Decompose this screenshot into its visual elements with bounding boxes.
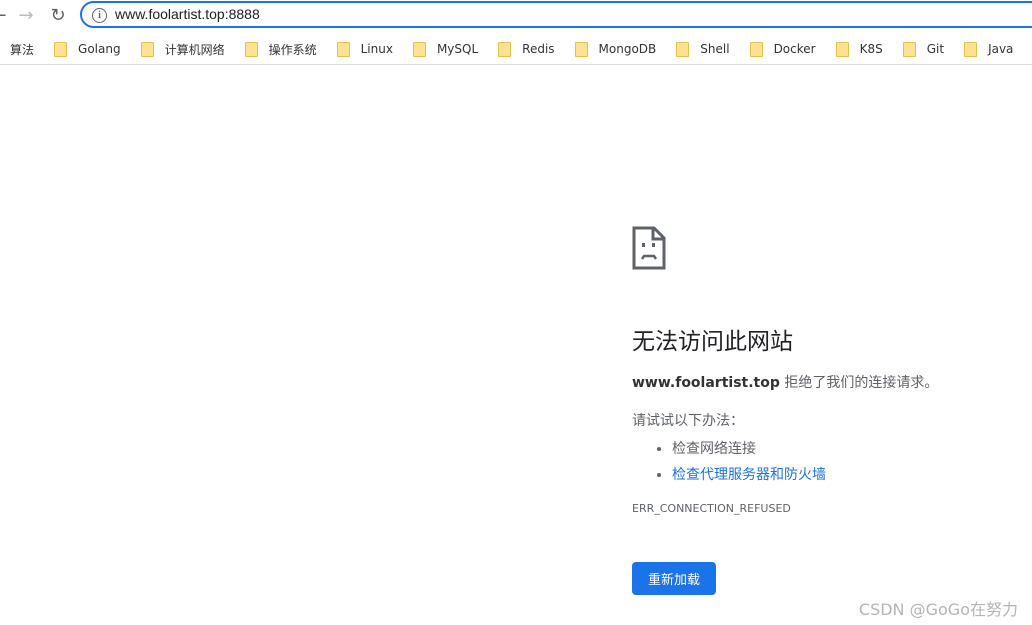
bookmark-folder[interactable]: 操作系统 bbox=[244, 41, 317, 58]
bookmark-label: MongoDB bbox=[598, 42, 657, 56]
bookmark-folder[interactable]: MySQL bbox=[412, 41, 479, 57]
folder-icon bbox=[835, 41, 849, 57]
folder-icon bbox=[574, 41, 588, 57]
back-icon[interactable]: ← bbox=[0, 5, 10, 27]
folder-icon bbox=[336, 41, 350, 57]
error-title: 无法访问此网站 bbox=[632, 329, 793, 355]
bookmark-label: MySQL bbox=[436, 42, 479, 56]
browser-toolbar: ← → ↻ i www.foolartist.top:8888 bbox=[0, 0, 1032, 32]
sad-page-icon bbox=[632, 226, 666, 270]
try-label: 请试试以下办法： bbox=[632, 413, 744, 429]
bookmark-label: Git bbox=[926, 42, 945, 56]
bookmark-folder[interactable]: 计算机网络 bbox=[140, 41, 225, 58]
bookmark-label: Linux bbox=[360, 42, 393, 56]
bookmark-folder[interactable]: Golang bbox=[54, 41, 121, 57]
folder-icon bbox=[54, 41, 68, 57]
bookmark-label: Golang bbox=[78, 42, 121, 56]
suggestions-list: 检查网络连接 检查代理服务器和防火墙 bbox=[632, 438, 1022, 484]
bookmark-folder[interactable]: Git bbox=[902, 41, 945, 57]
folder-icon bbox=[964, 41, 978, 57]
address-bar[interactable]: i www.foolartist.top:8888 bbox=[80, 1, 1032, 28]
bookmarks-bar: 算法 Golang 计算机网络 操作系统 Linux MySQL Redis M… bbox=[0, 34, 1032, 65]
bookmark-label: 计算机网络 bbox=[164, 42, 225, 57]
folder-icon bbox=[902, 41, 916, 57]
bookmark-label: Redis bbox=[522, 42, 555, 56]
error-message-text: 拒绝了我们的连接请求。 bbox=[779, 375, 939, 391]
error-message: www.foolartist.top 拒绝了我们的连接请求。 bbox=[632, 372, 1022, 392]
folder-icon bbox=[498, 41, 512, 57]
folder-icon bbox=[244, 41, 258, 57]
suggestion-item: 检查代理服务器和防火墙 bbox=[672, 464, 1022, 484]
reload-button[interactable]: 重新加载 bbox=[632, 562, 716, 595]
url-text[interactable]: www.foolartist.top:8888 bbox=[115, 6, 260, 22]
folder-icon bbox=[140, 41, 154, 57]
info-icon[interactable]: i bbox=[92, 8, 107, 23]
bookmark-folder[interactable]: Linux bbox=[336, 41, 393, 57]
watermark: CSDN @GoGo在努力 bbox=[858, 600, 1018, 619]
reload-icon[interactable]: ↻ bbox=[47, 5, 69, 27]
forward-icon[interactable]: → bbox=[15, 5, 37, 27]
bookmark-folder[interactable]: Redis bbox=[498, 41, 555, 57]
error-code: ERR_CONNECTION_REFUSED bbox=[632, 502, 791, 515]
bookmark-item[interactable]: 算法 bbox=[10, 41, 34, 58]
bookmark-label: Shell bbox=[700, 42, 730, 56]
folder-icon bbox=[749, 41, 763, 57]
folder-icon bbox=[412, 41, 426, 57]
bookmark-label: 操作系统 bbox=[268, 42, 317, 57]
bookmark-folder[interactable]: MongoDB bbox=[574, 41, 657, 57]
suggestion-item: 检查网络连接 bbox=[672, 438, 1022, 458]
bookmark-label: Java bbox=[988, 42, 1014, 56]
bookmark-label: 算法 bbox=[10, 42, 35, 57]
folder-icon bbox=[676, 41, 690, 57]
proxy-firewall-link[interactable]: 检查代理服务器和防火墙 bbox=[672, 467, 826, 483]
bookmark-label: Docker bbox=[773, 42, 816, 56]
bookmark-folder[interactable]: K8S bbox=[835, 41, 883, 57]
bookmark-folder[interactable]: Shell bbox=[676, 41, 730, 57]
bookmark-folder[interactable]: Java bbox=[964, 41, 1014, 57]
error-host: www.foolartist.top bbox=[632, 375, 780, 391]
error-content: 无法访问此网站 www.foolartist.top 拒绝了我们的连接请求。 请… bbox=[632, 226, 1022, 515]
bookmark-label: K8S bbox=[859, 42, 883, 56]
bookmark-folder[interactable]: Docker bbox=[749, 41, 816, 57]
